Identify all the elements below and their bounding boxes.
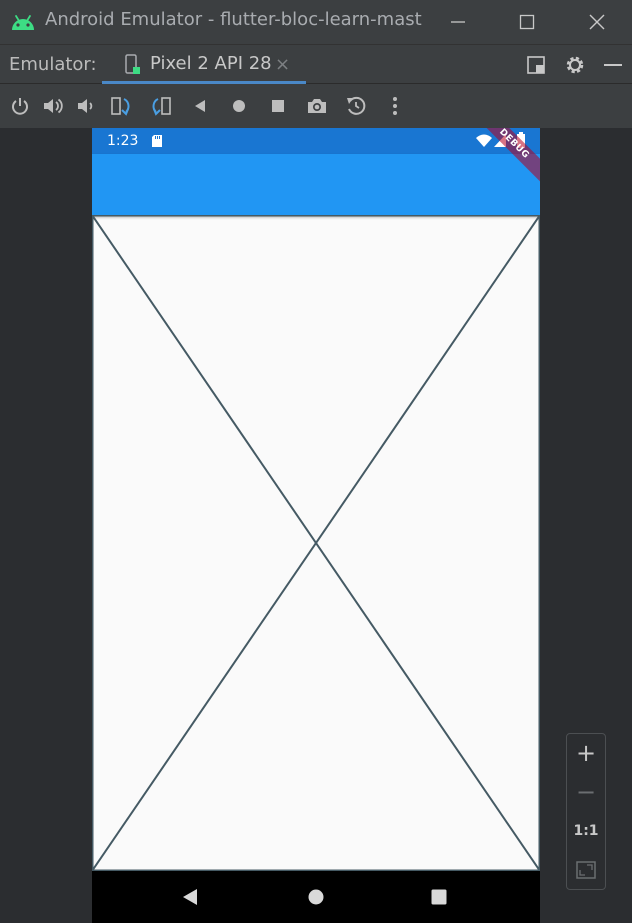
- wifi-icon: [476, 134, 492, 147]
- nav-home-icon: [308, 889, 324, 905]
- actual-size-button[interactable]: 1:1: [567, 814, 605, 848]
- placeholder-widget: [92, 215, 540, 871]
- rotate-left-icon: [111, 97, 130, 116]
- android-status-bar: 1:23: [92, 128, 540, 154]
- power-icon: [12, 98, 28, 115]
- snapshot-window-button[interactable]: [524, 53, 548, 77]
- more-icon: [393, 97, 397, 115]
- volume-up-button[interactable]: [41, 94, 65, 118]
- zoom-in-button[interactable]: +: [567, 736, 605, 770]
- power-button[interactable]: [8, 94, 32, 118]
- snapshot-window-icon: [527, 56, 545, 74]
- hide-button[interactable]: [601, 53, 625, 77]
- overview-button[interactable]: [266, 94, 290, 118]
- nav-back-button[interactable]: [178, 885, 202, 909]
- volume-down-icon: [78, 99, 93, 113]
- nav-overview-icon: [431, 889, 447, 905]
- settings-button[interactable]: [563, 53, 587, 77]
- rotate-right-button[interactable]: [149, 94, 173, 118]
- app-bar: [92, 154, 540, 215]
- home-icon: [233, 100, 245, 112]
- fit-screen-button[interactable]: [567, 853, 605, 887]
- more-button[interactable]: [383, 94, 407, 118]
- close-icon: [589, 14, 605, 30]
- close-button[interactable]: [575, 0, 619, 44]
- rotate-right-icon: [152, 97, 171, 116]
- zoom-out-button[interactable]: −: [567, 775, 605, 809]
- device-icon: [125, 54, 140, 74]
- screenshot-button[interactable]: [305, 94, 329, 118]
- emulator-toolbar: [0, 84, 632, 128]
- emulator-tabs-bar: Emulator: Pixel 2 API 28 ×: [0, 44, 632, 84]
- back-button[interactable]: [188, 94, 212, 118]
- maximize-icon: [519, 14, 535, 30]
- back-icon: [195, 100, 205, 112]
- status-time: 1:23: [107, 133, 139, 149]
- volume-down-button[interactable]: [74, 94, 98, 118]
- sd-card-icon: [152, 135, 162, 147]
- android-icon: [12, 15, 34, 30]
- window-titlebar: Android Emulator - flutter-bloc-learn-ma…: [0, 0, 632, 44]
- minimize-button[interactable]: [436, 0, 480, 44]
- tab-pixel-2-api-28[interactable]: Pixel 2 API 28 ×: [102, 45, 306, 84]
- snapshot-button[interactable]: [344, 94, 368, 118]
- overview-icon: [272, 100, 284, 112]
- emulator-label: Emulator:: [9, 54, 97, 75]
- rotate-left-button[interactable]: [109, 94, 133, 118]
- android-nav-bar: [92, 871, 540, 923]
- nav-home-button[interactable]: [304, 885, 328, 909]
- tab-close-icon[interactable]: ×: [275, 54, 290, 75]
- screenshot-icon: [308, 99, 326, 113]
- nav-overview-button[interactable]: [427, 885, 451, 909]
- minimize-icon: [451, 21, 465, 23]
- nav-back-icon: [183, 889, 197, 905]
- hide-icon: [604, 64, 622, 66]
- device-screen[interactable]: 1:23 DEBUG: [92, 128, 540, 923]
- window-title: Android Emulator - flutter-bloc-learn-ma…: [45, 9, 422, 30]
- home-button[interactable]: [227, 94, 251, 118]
- zoom-panel: + − 1:1: [566, 733, 606, 890]
- tab-label: Pixel 2 API 28: [150, 53, 272, 74]
- snapshot-icon: [347, 96, 366, 115]
- gear-icon: [566, 56, 584, 74]
- fit-screen-icon: [576, 861, 596, 879]
- volume-up-icon: [44, 98, 63, 114]
- maximize-button[interactable]: [505, 0, 549, 44]
